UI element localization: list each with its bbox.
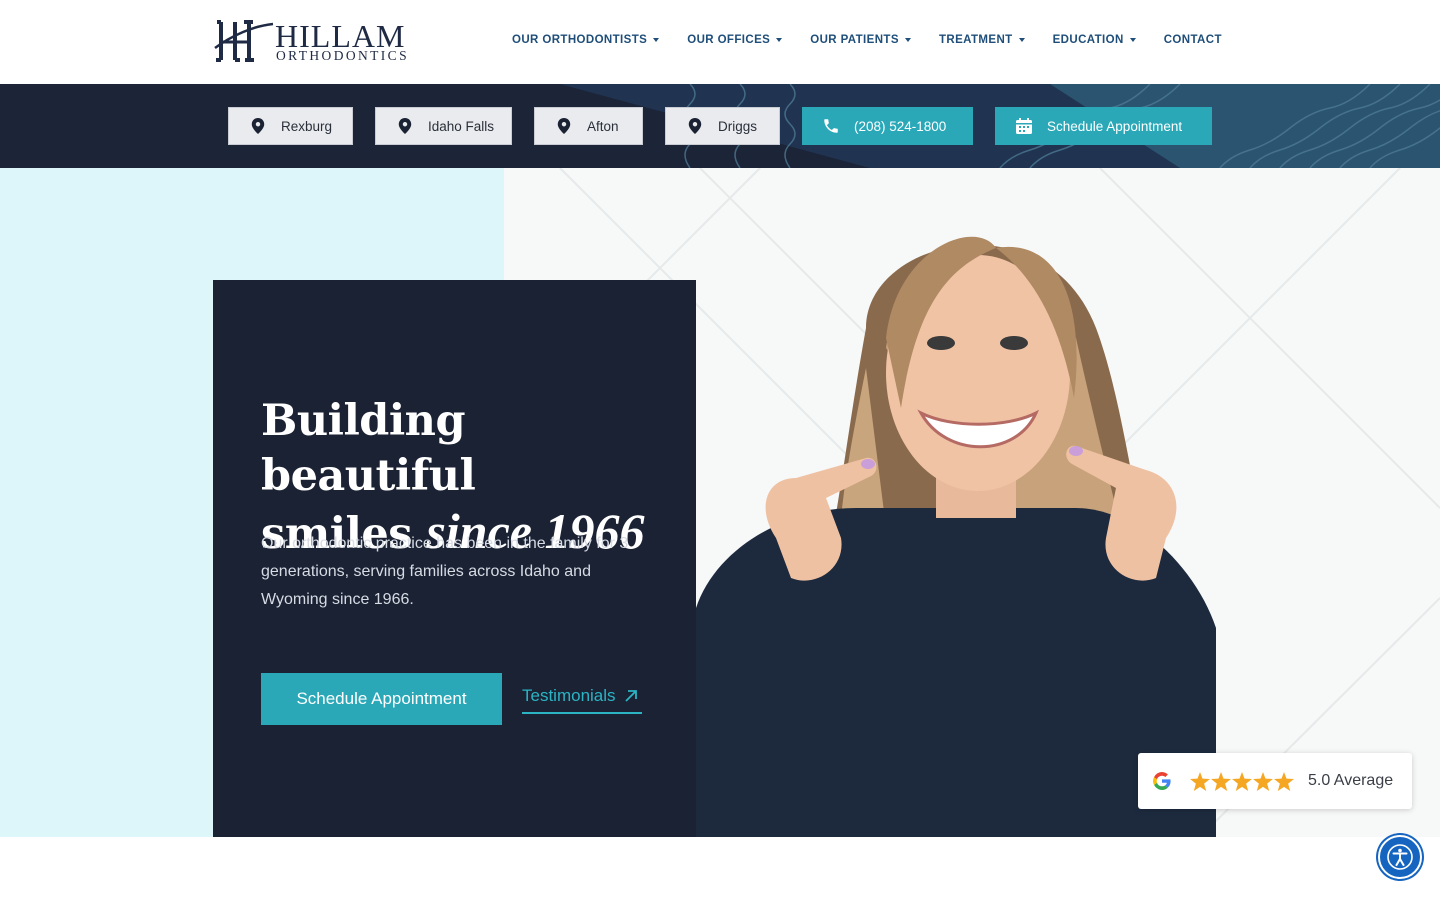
caret-down-icon — [776, 38, 783, 42]
google-icon — [1153, 772, 1171, 790]
location-label: Driggs — [718, 118, 758, 134]
location-pin-icon — [557, 118, 571, 134]
location-button-driggs[interactable]: Driggs — [665, 107, 780, 145]
hero-description: Our orthodontic practice has been in the… — [261, 535, 629, 608]
nav-item-orthodontists[interactable]: OUR ORTHODONTISTS — [512, 34, 660, 46]
star-icon — [1274, 771, 1294, 791]
location-label: Afton — [587, 118, 619, 134]
phone-label: (208) 524-1800 — [854, 118, 947, 134]
accessibility-icon — [1387, 844, 1413, 870]
caret-down-icon — [1018, 38, 1025, 42]
nav-item-label: EDUCATION — [1052, 34, 1124, 46]
hero-title-line1: Building beautiful — [261, 396, 476, 501]
phone-icon — [824, 119, 838, 133]
nav-item-contact[interactable]: CONTACT — [1164, 34, 1222, 46]
location-label: Idaho Falls — [428, 118, 495, 134]
rating-text: 5.0 Average — [1308, 772, 1394, 789]
nav-item-treatment[interactable]: TREATMENT — [939, 34, 1025, 46]
location-button-rexburg[interactable]: Rexburg — [228, 107, 353, 145]
logo-mark-icon — [214, 20, 274, 62]
main-nav: OUR ORTHODONTISTS OUR OFFICES OUR PATIEN… — [512, 34, 1222, 46]
nav-item-education[interactable]: EDUCATION — [1053, 34, 1136, 46]
schedule-label: Schedule Appointment — [1047, 118, 1183, 134]
logo-subtitle: ORTHODONTICS — [276, 48, 409, 63]
nav-item-label: TREATMENT — [938, 34, 1013, 46]
calendar-icon — [1016, 118, 1032, 134]
logo[interactable]: HILLAM ORTHODONTICS — [213, 18, 423, 66]
caret-down-icon — [904, 38, 911, 42]
nav-item-label: CONTACT — [1163, 34, 1222, 46]
star-icon — [1232, 771, 1252, 791]
location-pin-icon — [398, 118, 412, 134]
nav-item-label: OUR OFFICES — [687, 34, 771, 46]
star-icon — [1253, 771, 1273, 791]
arrow-up-right-icon — [624, 690, 637, 702]
nav-item-label: OUR PATIENTS — [810, 34, 899, 46]
google-review-widget[interactable]: 5.0 Average — [1138, 753, 1412, 809]
nav-item-patients[interactable]: OUR PATIENTS — [810, 34, 911, 46]
schedule-appointment-button[interactable]: Schedule Appointment — [261, 673, 502, 725]
star-icon — [1211, 771, 1231, 791]
location-pin-icon — [251, 118, 265, 134]
accessibility-button[interactable] — [1378, 835, 1422, 879]
nav-item-offices[interactable]: OUR OFFICES — [687, 34, 783, 46]
rating-stars — [1190, 771, 1294, 791]
nav-item-label: OUR ORTHODONTISTS — [512, 34, 648, 46]
testimonials-link[interactable]: Testimonials — [522, 686, 642, 714]
location-label: Rexburg — [281, 118, 333, 134]
star-icon — [1190, 771, 1210, 791]
hero-cta-label: Schedule Appointment — [296, 689, 467, 708]
hero-card: Building beautiful smiles since 1966 Our… — [213, 280, 696, 837]
phone-button[interactable]: (208) 524-1800 — [802, 107, 973, 145]
location-button-idaho-falls[interactable]: Idaho Falls — [375, 107, 512, 145]
location-pin-icon — [688, 118, 702, 134]
schedule-appointment-header-button[interactable]: Schedule Appointment — [995, 107, 1212, 145]
caret-down-icon — [653, 38, 660, 42]
testimonials-label: Testimonials — [522, 686, 616, 705]
smiling-patient-photo — [696, 236, 1216, 837]
hero-section: Building beautiful smiles since 1966 Our… — [0, 168, 1440, 837]
caret-down-icon — [1129, 38, 1136, 42]
site-header: HILLAM ORTHODONTICS OUR ORTHODONTISTS OU… — [0, 0, 1440, 84]
location-button-afton[interactable]: Afton — [534, 107, 643, 145]
location-bar: Rexburg Idaho Falls Afton Driggs (208) 5… — [0, 84, 1440, 168]
